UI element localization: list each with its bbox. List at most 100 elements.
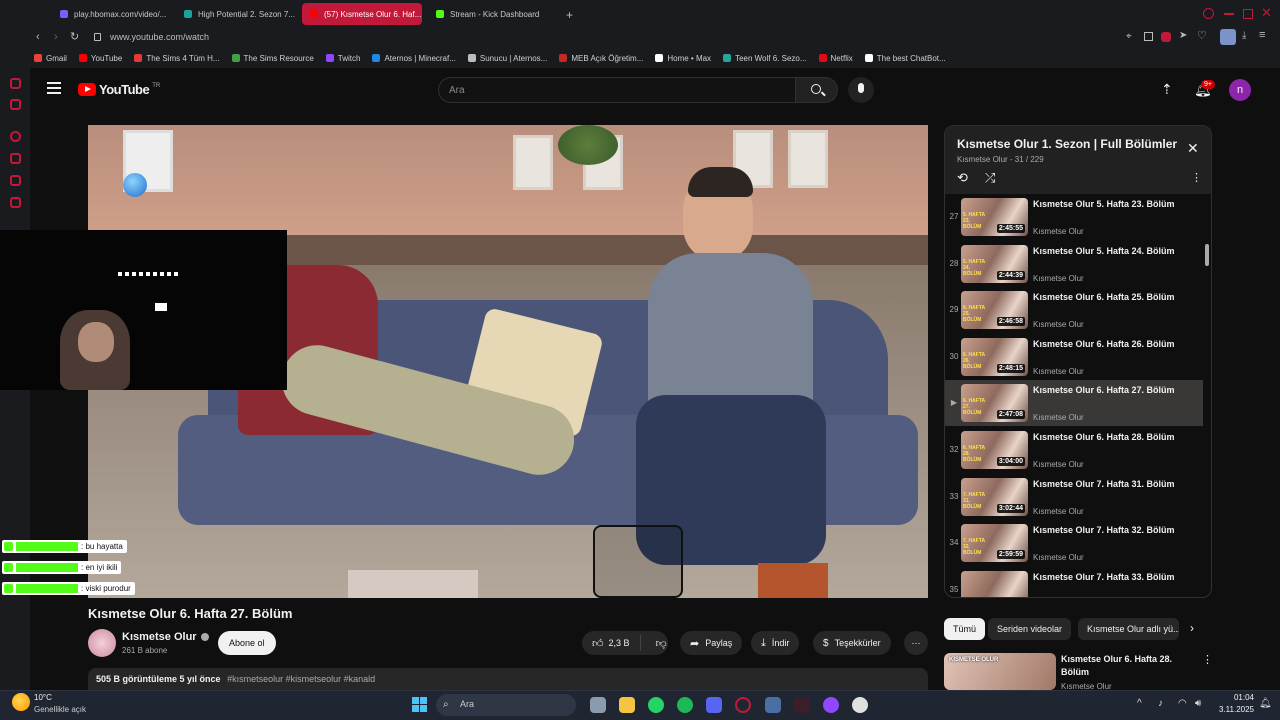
maximize-icon[interactable] [1243,9,1253,19]
bookmark-item[interactable]: Home • Max [655,54,711,63]
share-button[interactable]: ➦ Paylaş [680,631,743,655]
browser-tab[interactable]: Stream - Kick Dashboard [428,3,548,25]
opera-gx-app-icon[interactable] [735,697,751,713]
url-field[interactable]: www.youtube.com/watch [110,32,209,42]
app-icon[interactable] [823,697,839,713]
browser-tab[interactable]: play.hbomax.com/video/... [52,3,170,25]
voice-search-button[interactable] [848,77,874,103]
download-button[interactable]: ⤓ İndir [751,631,800,655]
chip-series-videos[interactable]: Seriden videolar [988,618,1072,640]
microphone-tray-icon[interactable]: ♪ [1158,698,1163,709]
volume-icon[interactable]: 🔊︎ [1195,698,1201,709]
bookmark-item[interactable]: Sunucu | Aternos... [467,54,547,63]
playlist-item[interactable]: 32 6. HAFTA 28. BÖLÜM 3:04:00 Kısmetse Olur… [945,427,1203,473]
playlist-item[interactable]: 34 7. HAFTA 32. BÖLÜM 2:59:59 Kısmetse Olur… [945,520,1203,566]
whatsapp-app-icon[interactable] [648,697,664,713]
browser-tab[interactable]: (57) Kısmetse Olur 6. Haf... [302,3,422,25]
sidebar-app-icon[interactable] [10,78,21,89]
bookmark-item[interactable]: The Sims Resource [231,54,314,63]
heart-icon[interactable]: ♡ [1197,29,1207,42]
bookmark-item[interactable]: MEB Açık Öğretim... [559,54,643,63]
subscribe-button[interactable]: Abone ol [218,631,276,655]
taskbar-search[interactable]: Ara [436,694,576,716]
upload-icon[interactable]: ⇡ [1161,81,1173,98]
minimize-icon[interactable] [1224,13,1234,15]
whatsapp-icon[interactable] [10,131,21,142]
bookmark-item[interactable]: Teen Wolf 6. Sezo... [723,54,807,63]
browser-tab[interactable]: High Potential 2. Sezon 7... [176,3,296,25]
description-box[interactable]: 505 B görüntüleme 5 yıl önce #kısmetseol… [88,668,928,690]
playlist-item[interactable]: 30 6. HAFTA 26. BÖLÜM 2:48:15 Kısmetse Olur… [945,334,1203,380]
obs-app-icon[interactable] [852,697,868,713]
extension-icon[interactable] [1161,32,1171,42]
forward-icon[interactable]: › [54,31,58,43]
bookmark-item[interactable]: YouTube [78,54,122,63]
wifi-icon[interactable]: ◠ [1178,698,1187,709]
user-avatar[interactable]: n [1229,79,1251,101]
instagram-icon[interactable] [10,153,21,164]
playlist-scrollbar[interactable] [1205,244,1209,266]
related-thumbnail[interactable]: KISMETSE OLUR [944,653,1056,690]
steam-app-icon[interactable] [765,697,781,713]
more-actions-button[interactable]: ⋯ [904,631,928,655]
file-explorer-icon[interactable] [619,697,635,713]
snapshot-icon[interactable] [1144,32,1153,41]
loop-icon[interactable]: ⟲ [957,170,968,186]
tiktok-icon[interactable] [10,175,21,186]
bookmark-item[interactable]: Twitch [325,54,360,63]
youtube-logo[interactable]: YouTube TR [78,82,160,97]
notification-center-icon[interactable]: 🔔︎ [1259,698,1272,709]
dislike-button[interactable]: 👎︎ [647,637,676,650]
tray-chevron-icon[interactable]: ^ [1137,698,1142,709]
playlist-menu-icon[interactable]: ⋮ [1191,171,1202,184]
bookmark-item[interactable]: Gmail [34,54,67,63]
sidebar-app-icon[interactable] [10,99,21,110]
app-icon[interactable] [794,697,810,713]
menu-icon[interactable]: ≡ [1259,29,1265,41]
search-input[interactable]: Ara [438,77,796,103]
channel-avatar[interactable] [88,629,116,657]
send-icon[interactable]: ➤ [1179,30,1187,41]
clock-date[interactable]: 3.11.2025 [1210,705,1254,714]
settings-app-icon[interactable] [590,697,606,713]
weather-icon[interactable] [12,693,30,711]
chip-all[interactable]: Tümü [944,618,986,640]
search-tabs-icon[interactable] [1203,8,1214,19]
playlist-item[interactable]: 33 7. HAFTA 31. BÖLÜM 3:02:44 Kısmetse Olur… [945,474,1203,520]
reload-icon[interactable]: ↻ [70,30,79,43]
like-button[interactable]: 👍︎ 2,3 B [582,635,641,651]
shuffle-icon[interactable]: ⤮ [985,170,995,186]
spotify-app-icon[interactable] [677,697,693,713]
playlist-item[interactable]: 27 5. HAFTA 23. BÖLÜM 2:45:55 Kısmetse Olur… [945,194,1203,240]
playlist-item[interactable]: 29 6. HAFTA 25. BÖLÜM 2:46:58 Kısmetse Olur… [945,287,1203,333]
back-icon[interactable]: ‹ [36,31,40,43]
discord-icon[interactable] [10,197,21,208]
thanks-button[interactable]: $ Teşekkürler [813,631,891,655]
profile-avatar[interactable] [1220,29,1236,45]
close-playlist-icon[interactable]: ✕ [1187,140,1199,157]
start-button[interactable] [412,697,427,712]
playlist-item[interactable]: 28 5. HAFTA 24. BÖLÜM 2:44:39 Kısmetse Olur… [945,241,1203,287]
bookmark-item[interactable]: Netflix [818,54,853,63]
weather-temp[interactable]: 10°C [34,693,52,702]
hamburger-menu-icon[interactable] [47,82,61,94]
close-window-icon[interactable]: ✕ [1261,5,1272,21]
download-icon[interactable]: ⤓ [1242,30,1246,41]
playlist-item[interactable]: ▶ 6. HAFTA 27. BÖLÜM 2:47:08 Kısmetse Olur … [945,380,1203,427]
bookmark-item[interactable]: Aternos | Minecraf... [372,54,456,63]
related-title[interactable]: Kısmetse Olur 6. Hafta 28. Bölüm [1061,653,1196,679]
playlist-item[interactable]: 35Kısmetse Olur 7. Hafta 33. BölümKısmet… [945,567,1203,597]
search-button[interactable] [796,77,838,103]
hashtags[interactable]: #kısmetseolur #kismetseolur #kanald [227,674,375,684]
clock-time[interactable]: 01:04 [1218,693,1254,702]
discord-app-icon[interactable] [706,697,722,713]
bookmark-item[interactable]: The best ChatBot... [864,54,946,63]
related-menu-icon[interactable]: ⋮ [1202,653,1213,666]
playlist-title[interactable]: Kısmetse Olur 1. Sezon | Full Bölümler [957,137,1182,151]
chip-channel[interactable]: Kısmetse Olur adlı yü... [1078,618,1179,640]
pin-icon[interactable]: ⌖ [1126,31,1132,42]
new-tab-button[interactable]: + [566,8,573,22]
channel-name[interactable]: Kısmetse Olur [122,631,197,643]
bookmark-item[interactable]: The Sims 4 Tüm H... [134,54,220,63]
chevron-right-icon[interactable]: › [1190,621,1194,635]
